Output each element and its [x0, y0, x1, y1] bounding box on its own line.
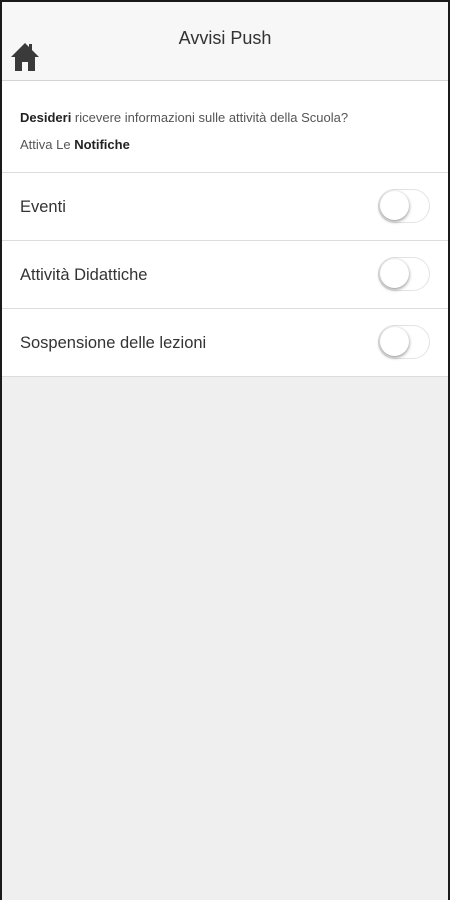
intro-notifications-word: Notifiche [74, 137, 130, 152]
intro-instruction-prefix: Attiva Le [20, 137, 75, 152]
intro-instruction: Attiva Le Notifiche [20, 131, 448, 158]
header-bar: Avvisi Push [2, 2, 448, 81]
toggle-knob [380, 191, 409, 220]
setting-row-sospensione-lezioni: Sospensione delle lezioni [2, 309, 448, 377]
intro-question-text: ricevere informazioni sulle attività del… [71, 110, 349, 125]
setting-row-attivita-didattiche: Attività Didattiche [2, 241, 448, 309]
attivita-didattiche-toggle[interactable] [378, 257, 430, 291]
app-window: Avvisi Push Desideri ricevere informazio… [0, 0, 450, 900]
intro-bold-word: Desideri [20, 110, 72, 125]
intro-text: Desideri ricevere informazioni sulle att… [2, 81, 448, 173]
sospensione-lezioni-toggle[interactable] [378, 325, 430, 359]
toggle-knob [380, 259, 409, 288]
toggle-knob [380, 327, 409, 356]
setting-row-eventi: Eventi [2, 173, 448, 241]
settings-panel: Desideri ricevere informazioni sulle att… [2, 81, 448, 377]
intro-question: Desideri ricevere informazioni sulle att… [20, 104, 448, 131]
page-title: Avvisi Push [178, 28, 272, 48]
eventi-toggle[interactable] [378, 189, 430, 223]
